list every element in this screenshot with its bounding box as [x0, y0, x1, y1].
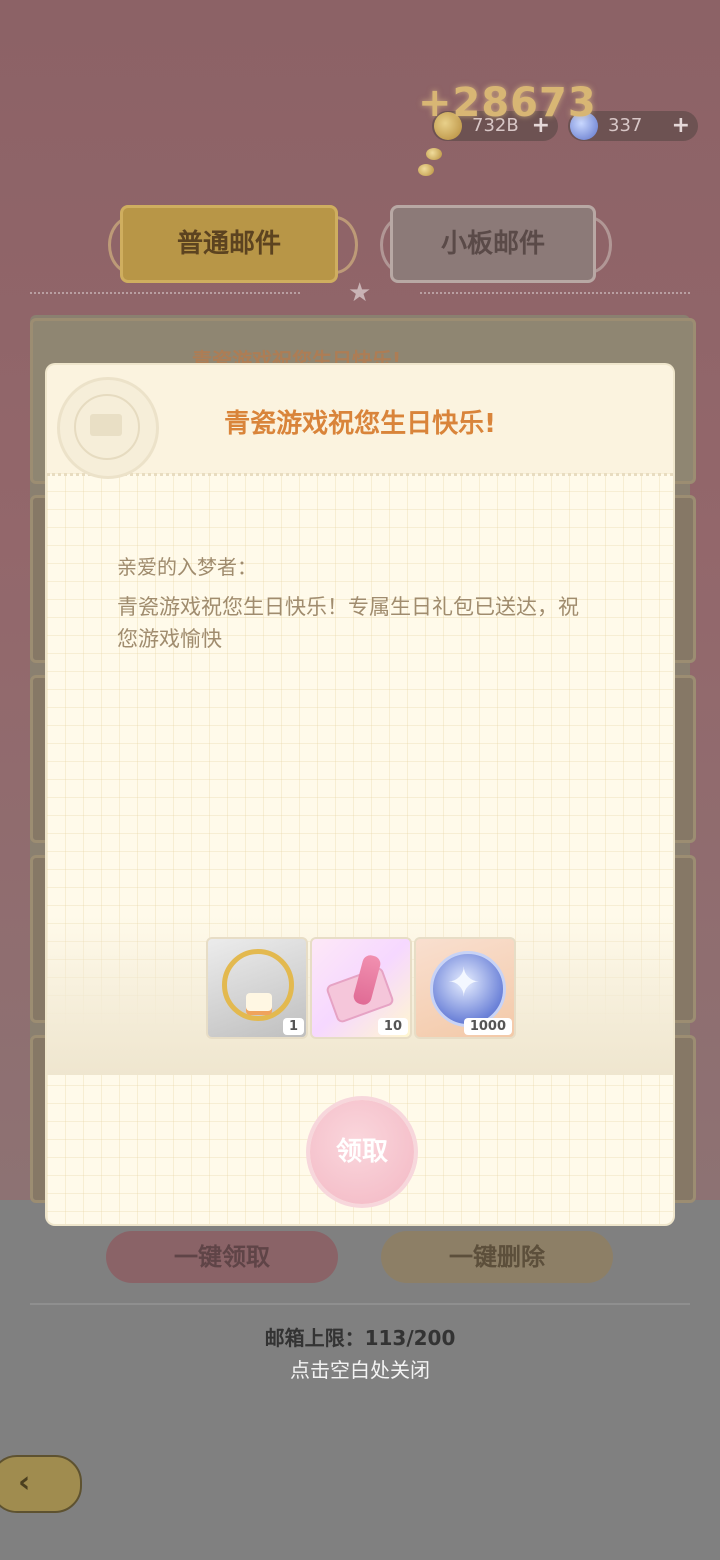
back-arrow-icon: ‹ [18, 1465, 31, 1500]
close-hint: 点击空白处关闭 [290, 1358, 430, 1382]
reward-quantity: 1 [282, 1018, 304, 1035]
reward-quantity: 1000 [463, 1018, 512, 1035]
divider [47, 473, 673, 476]
mail-greeting: 亲爱的入梦者： [117, 555, 257, 579]
reward-item[interactable]: 1 [206, 937, 308, 1039]
star-icon: ✦ [447, 960, 481, 1006]
delete-all-button[interactable]: 一键删除 [381, 1231, 613, 1283]
reward-item[interactable]: 10 [310, 937, 412, 1039]
claim-all-button[interactable]: 一键领取 [106, 1231, 338, 1283]
coin-drop-icon [426, 148, 442, 160]
coin-gain-popup: +28673 [418, 80, 597, 126]
mail-title: 青瓷游戏祝您生日快乐! [224, 409, 496, 439]
mail-detail-modal: 青瓷游戏祝您生日快乐! 亲爱的入梦者： 青瓷游戏祝您生日快乐！专属生日礼包已送达… [47, 365, 673, 1224]
gem-amount: 337 [608, 115, 643, 136]
mail-body: 青瓷游戏祝您生日快乐！专属生日礼包已送达，祝您游戏愉快 [117, 595, 579, 651]
tab-normal-mail[interactable]: 普通邮件 [120, 205, 338, 283]
reward-item[interactable]: ✦ 1000 [414, 937, 516, 1039]
star-icon: ★ [348, 278, 372, 308]
claim-button[interactable]: 领取 [310, 1100, 414, 1204]
reward-quantity: 10 [377, 1018, 408, 1035]
coin-drop-icon [418, 164, 434, 176]
mailbox-capacity: 邮箱上限：113/200 [264, 1326, 456, 1350]
cake-icon [246, 993, 272, 1011]
divider [30, 1303, 690, 1305]
back-button[interactable]: ‹ [0, 1455, 82, 1513]
add-gems-button[interactable]: + [672, 111, 690, 141]
compass-gem-icon: ✦ [430, 951, 506, 1027]
divider [30, 292, 300, 294]
divider [420, 292, 690, 294]
tab-board-mail[interactable]: 小板邮件 [390, 205, 596, 283]
